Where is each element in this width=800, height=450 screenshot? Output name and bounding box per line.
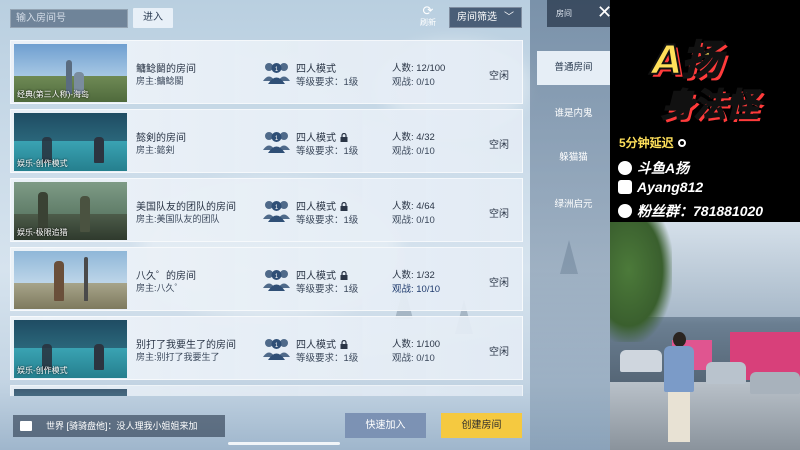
- room-row[interactable]: 娱乐-创作模式 别打了我要生了的房间 房主:别打了我要生了 1 四人模式 等级要…: [10, 316, 523, 380]
- fans-group: 粉丝群：781881020: [618, 201, 763, 221]
- stream-delay: 5分钟延迟: [619, 134, 686, 151]
- tab-normal-rooms[interactable]: 普通房间: [537, 51, 610, 85]
- room-row[interactable]: 八久゜的房间 房主:八久゜ 1 四人模式 等级要求：1级 人数: 1/32 观战…: [10, 247, 523, 311]
- home-indicator[interactable]: [228, 442, 340, 445]
- chevron-down-icon: ﹀: [504, 12, 514, 23]
- streamer-logo: A扬 身法怪: [622, 28, 798, 126]
- room-mode-tag: 娱乐-创作模式: [17, 159, 68, 168]
- spectator-count: 观战: 0/10: [392, 77, 435, 88]
- lock-icon: [340, 340, 348, 349]
- room-thumbnail: [14, 251, 127, 309]
- douyu-icon: [618, 161, 632, 175]
- tab-who-is-impostor[interactable]: 谁是内鬼: [537, 97, 610, 131]
- stream-overlay: A扬 身法怪 5分钟延迟 斗鱼A扬 Ayang812 粉丝群：781881020: [610, 0, 800, 450]
- room-status: 空闲: [489, 71, 509, 82]
- room-owner: 房主:美国队友的团队: [136, 214, 220, 224]
- level-requirement: 等级要求：1级: [296, 77, 359, 88]
- room-row[interactable]: [10, 385, 523, 396]
- room-thumbnail: 娱乐-创作模式: [14, 113, 127, 171]
- refresh-label: 刷新: [420, 18, 436, 27]
- lock-icon: [340, 202, 348, 211]
- room-owner: 房主:懿剣: [136, 145, 175, 155]
- room-category-tabs: 房间 ✕ 普通房间 谁是内鬼 躲猫猫 绿洲启元: [530, 0, 610, 450]
- lock-icon: [340, 133, 348, 142]
- tab-hide-and-seek[interactable]: 躲猫猫: [537, 141, 610, 175]
- room-thumbnail: 经典(第三人称)-海岛: [14, 44, 127, 102]
- douyu-handle: 斗鱼A扬: [618, 158, 689, 178]
- room-name: 鳙鲶鬭的房间: [136, 64, 196, 75]
- douyin-icon: [618, 180, 632, 194]
- room-panel-title: 房间: [556, 9, 572, 18]
- room-mode: 四人模式: [296, 336, 348, 351]
- room-name: 美国队友的团队的房间: [136, 202, 236, 213]
- player-count: 人数: 1/100: [392, 339, 441, 350]
- player-count: 人数: 4/32: [392, 132, 435, 143]
- spectator-count: 观战: 10/10: [392, 284, 441, 295]
- room-row[interactable]: 经典(第三人称)-海岛 鳙鲶鬭的房间 房主:鳙鲶鬭 1 四人模式 等级要求：1级…: [10, 40, 523, 104]
- room-row[interactable]: 娱乐-极限追猎 美国队友的团队的房间 房主:美国队友的团队 1 四人模式 等级要…: [10, 178, 523, 242]
- quick-join-button[interactable]: 快速加入: [345, 413, 426, 438]
- world-chat-bar[interactable]: 世界 [骑骑盘他]：没人理我小姐姐来加: [13, 415, 225, 437]
- room-owner: 房主:鳙鲶鬭: [136, 76, 184, 86]
- room-thumbnail: [14, 389, 127, 396]
- person-figure: [662, 332, 696, 450]
- room-name: 别打了我要生了的房间: [136, 340, 236, 351]
- refresh-icon: ⟳: [422, 3, 434, 18]
- room-status: 空闲: [489, 140, 509, 151]
- player-count: 人数: 1/32: [392, 270, 435, 281]
- chat-icon: [20, 421, 32, 431]
- room-status: 空闲: [489, 278, 509, 289]
- squad-mode-icon: 1: [263, 132, 290, 153]
- douyin-handle: Ayang812: [618, 179, 703, 195]
- refresh-button[interactable]: ⟳ 刷新: [414, 4, 442, 28]
- level-requirement: 等级要求：1级: [296, 215, 359, 226]
- room-mode-tag: 娱乐-极限追猎: [17, 228, 68, 237]
- player-count: 人数: 4/64: [392, 201, 435, 212]
- record-dot-icon: [677, 139, 686, 147]
- level-requirement: 等级要求：1级: [296, 353, 359, 364]
- player-count: 人数: 12/100: [392, 63, 446, 74]
- logo-sub-text: 身法怪: [661, 85, 759, 125]
- spectator-count: 观战: 0/10: [392, 146, 435, 157]
- room-mode: 四人模式: [296, 129, 348, 144]
- room-name: 八久゜的房间: [136, 271, 196, 282]
- enter-button[interactable]: 进入: [133, 8, 173, 28]
- room-panel-header: 房间 ✕: [547, 0, 610, 27]
- room-thumbnail: 娱乐-创作模式: [14, 320, 127, 378]
- room-status: 空闲: [489, 209, 509, 220]
- room-owner: 房主:别打了我要生了: [136, 352, 220, 362]
- tab-oasis[interactable]: 绿洲启元: [537, 188, 610, 222]
- squad-mode-icon: 1: [263, 339, 290, 360]
- squad-mode-icon: 1: [263, 270, 290, 291]
- level-requirement: 等级要求：1级: [296, 146, 359, 157]
- room-thumbnail: 娱乐-极限追猎: [14, 182, 127, 240]
- room-mode-tag: 经典(第三人称)-海岛: [17, 90, 89, 99]
- room-mode-tag: 娱乐-创作模式: [17, 366, 68, 375]
- room-filter-dropdown[interactable]: 房间筛选 ﹀: [449, 7, 522, 28]
- room-name: 懿剣的房间: [136, 133, 186, 144]
- room-mode: 四人模式: [296, 267, 348, 282]
- room-list[interactable]: 经典(第三人称)-海岛 鳙鲶鬭的房间 房主:鳙鲶鬭 1 四人模式 等级要求：1级…: [10, 40, 523, 396]
- qq-icon: [618, 204, 632, 218]
- room-number-input[interactable]: 输入房间号: [10, 9, 128, 28]
- squad-mode-icon: 1: [263, 201, 290, 222]
- room-mode: 四人模式: [296, 198, 348, 213]
- top-bar: 输入房间号 进入 ⟳ 刷新 房间筛选 ﹀: [0, 0, 610, 36]
- lock-icon: [340, 271, 348, 280]
- spectator-count: 观战: 0/10: [392, 353, 435, 364]
- room-row[interactable]: 娱乐-创作模式 懿剣的房间 房主:懿剣 1 四人模式 等级要求：1级 人数: 4…: [10, 109, 523, 173]
- room-mode: 四人模式: [296, 64, 336, 75]
- logo-main-text: A扬: [651, 37, 723, 85]
- squad-mode-icon: 1: [263, 63, 290, 84]
- webcam-feed: [610, 222, 800, 450]
- spectator-count: 观战: 0/10: [392, 215, 435, 226]
- room-filter-label: 房间筛选: [457, 12, 497, 23]
- create-room-button[interactable]: 创建房间: [441, 413, 522, 438]
- room-owner: 房主:八久゜: [136, 283, 184, 293]
- world-chat-message: 世界 [骑骑盘他]：没人理我小姐姐来加: [46, 421, 198, 431]
- close-icon[interactable]: ✕: [597, 3, 610, 21]
- game-screen: 输入房间号 进入 ⟳ 刷新 房间筛选 ﹀ 经典(第三人称)-海岛 鳙鲶鬭的房间 …: [0, 0, 610, 450]
- room-status: 空闲: [489, 347, 509, 358]
- level-requirement: 等级要求：1级: [296, 284, 359, 295]
